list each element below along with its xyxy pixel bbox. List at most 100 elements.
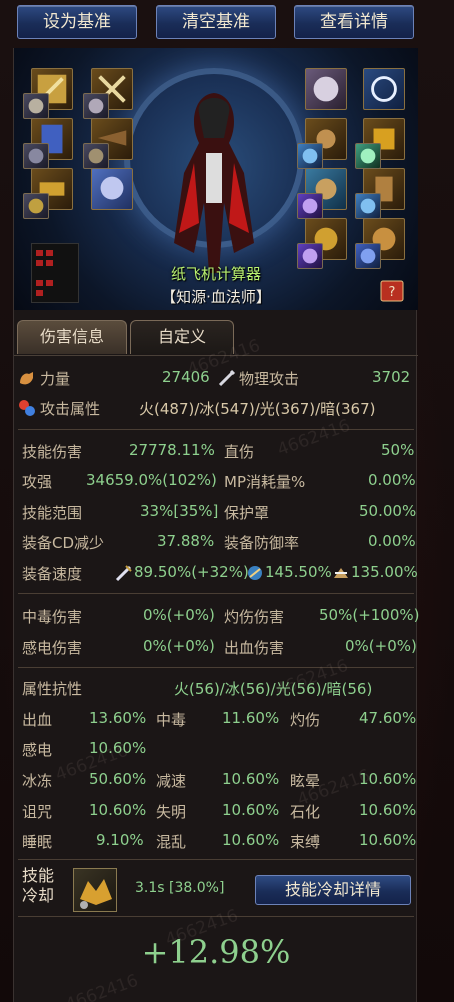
divider (18, 859, 414, 860)
bleed-dmg-value: 0%(+0%) (345, 637, 417, 655)
avatar-slot-8[interactable] (297, 193, 323, 219)
phys-atk-value: 3702 (372, 368, 411, 386)
damage-row-4: 装备CD减少 37.88% 装备防御率 0.00% (14, 527, 418, 557)
resist-value: 13.60% (89, 709, 147, 727)
cooldown-value: 3.1s [38.0%] (135, 880, 225, 896)
avatar-slot-4[interactable] (83, 143, 109, 169)
crit-label: 直伤 (224, 443, 255, 461)
resist-label: 灼伤 (290, 711, 321, 729)
resist-header-row: 属性抗性 火(56)/冰(56)/光(56)/暗(56) (14, 673, 418, 703)
avatar-slot-9[interactable] (355, 193, 381, 219)
resist-value: 10.60% (359, 831, 417, 849)
crit-value: 50% (381, 441, 415, 459)
resist-label: 冰冻 (22, 772, 53, 790)
shock-dmg-label: 感电伤害 (22, 639, 83, 657)
shield-label: 保护罩 (224, 504, 270, 522)
resist-label: 束缚 (290, 833, 321, 851)
skill-dmg-label: 技能伤害 (22, 443, 83, 461)
cooldown-skill-icon (73, 868, 117, 912)
element-value: 火(487)/冰(547)/光(367)/暗(367) (139, 400, 376, 418)
set-baseline-button[interactable]: 设为基准 (17, 5, 137, 39)
cooldown-label: 技能 冷却 (22, 866, 54, 906)
damage-row-5: 装备速度 89.50%(+32%) 145.50% 135.00% (14, 558, 418, 588)
cd-reduce-value: 37.88% (157, 532, 215, 550)
resist-label: 睡眠 (22, 833, 53, 851)
resist-row: 睡眠 9.10% 混乱 10.60% 束缚 10.60% (14, 826, 418, 856)
avatar-slot-7[interactable] (355, 143, 381, 169)
resist-label: 混乱 (156, 833, 187, 851)
resist-row: 诅咒 10.60% 失明 10.60% 石化 10.60% (14, 796, 418, 826)
poison-dmg-label: 中毒伤害 (22, 608, 83, 626)
attack-speed-value: 89.50%(+32%) (134, 563, 249, 581)
resist-label: 中毒 (156, 711, 187, 729)
cooldown-label-line2: 冷却 (22, 886, 55, 905)
character-name: 纸飞机计算器 (170, 265, 261, 283)
burn-dmg-value: 50%(+100%) (319, 606, 420, 624)
element-icon (19, 400, 35, 416)
range-value: 33%[35%] (140, 502, 219, 520)
element-label: 攻击属性 (40, 400, 101, 418)
cast-speed-icon (248, 566, 262, 580)
bleed-dmg-label: 出血伤害 (224, 639, 285, 657)
damage-row-2: 攻强 34659.0%(102%) MP消耗量% 0.00% (14, 466, 418, 496)
def-rate-label: 装备防御率 (224, 534, 300, 552)
resist-value: 11.60% (222, 709, 280, 727)
character-display: 纸飞机计算器 【知源·血法师】 ? (14, 48, 418, 310)
cooldown-details-button[interactable]: 技能冷却详情 (255, 875, 411, 905)
primary-row-2: 攻击属性 火(487)/冰(547)/光(367)/暗(367) (14, 393, 418, 423)
avatar-slot-3[interactable] (23, 143, 49, 169)
strength-icon (20, 372, 33, 385)
skill-dmg-value: 27778.11% (129, 441, 215, 459)
move-speed-value: 135.00% (351, 563, 418, 581)
resist-label: 诅咒 (22, 803, 53, 821)
shield-value: 50.00% (359, 502, 417, 520)
character-sprite (174, 93, 254, 273)
speed-label: 装备速度 (22, 565, 83, 583)
watermark: 4662416 (62, 970, 141, 1002)
dot-row-1: 中毒伤害 0%(+0%) 灼伤伤害 50%(+100%) (14, 601, 420, 631)
stats-panel: 纸飞机计算器 【知源·血法师】 ? 伤害信息 自定义 力量 27406 物理攻击… (13, 48, 420, 1002)
resist-value: 10.60% (222, 770, 280, 788)
avatar-slot-5[interactable] (23, 193, 49, 219)
burn-dmg-label: 灼伤伤害 (224, 608, 285, 626)
tab-damage-info[interactable]: 伤害信息 (17, 320, 127, 354)
equip-slot-aura[interactable] (363, 68, 405, 110)
cd-reduce-label: 装备CD减少 (22, 534, 105, 552)
resist-value: 9.10% (96, 831, 144, 849)
total-damage-change: +12.98% (141, 933, 291, 971)
avatar-slot-2[interactable] (83, 93, 109, 119)
equip-slot-shoulder[interactable] (305, 68, 347, 110)
atk-boost-label: 攻强 (22, 473, 53, 491)
strength-label: 力量 (40, 370, 71, 388)
equip-slot-pet[interactable] (91, 168, 133, 210)
move-speed-icon (334, 568, 348, 578)
mp-label: MP消耗量% (224, 473, 306, 491)
phys-atk-label: 物理攻击 (239, 370, 300, 388)
view-details-button[interactable]: 查看详情 (294, 5, 414, 39)
range-label: 技能范围 (22, 504, 83, 522)
dot-row-2: 感电伤害 0%(+0%) 出血伤害 0%(+0%) (14, 632, 418, 662)
poison-dmg-value: 0%(+0%) (143, 606, 215, 624)
sword-icon (218, 369, 236, 387)
character-class: 【知源·血法师】 (161, 288, 271, 306)
atk-boost-value: 34659.0%(102%) (86, 471, 217, 489)
avatar-slot-6[interactable] (297, 143, 323, 169)
resist-label: 感电 (22, 741, 53, 759)
damage-row-1: 技能伤害 27778.11% 直伤 50% (14, 436, 418, 466)
avatar-slot-1[interactable] (23, 93, 49, 119)
damage-row-3: 技能范围 33%[35%] 保护罩 50.00% (14, 497, 418, 527)
attack-speed-icon (115, 565, 132, 582)
clear-baseline-button[interactable]: 清空基准 (156, 5, 276, 39)
resist-label: 失明 (156, 803, 187, 821)
cast-speed-value: 145.50% (265, 563, 332, 581)
resist-label: 出血 (22, 711, 53, 729)
resist-value: 10.60% (222, 831, 280, 849)
divider (18, 593, 414, 594)
resist-value: 50.60% (89, 770, 147, 788)
resist-value: 10.60% (359, 801, 417, 819)
resist-title: 属性抗性 (22, 680, 83, 698)
resist-label: 减速 (156, 772, 187, 790)
svg-text:?: ? (389, 285, 396, 300)
help-book-icon[interactable]: ? (380, 280, 404, 302)
resist-value: 47.60% (359, 709, 417, 727)
